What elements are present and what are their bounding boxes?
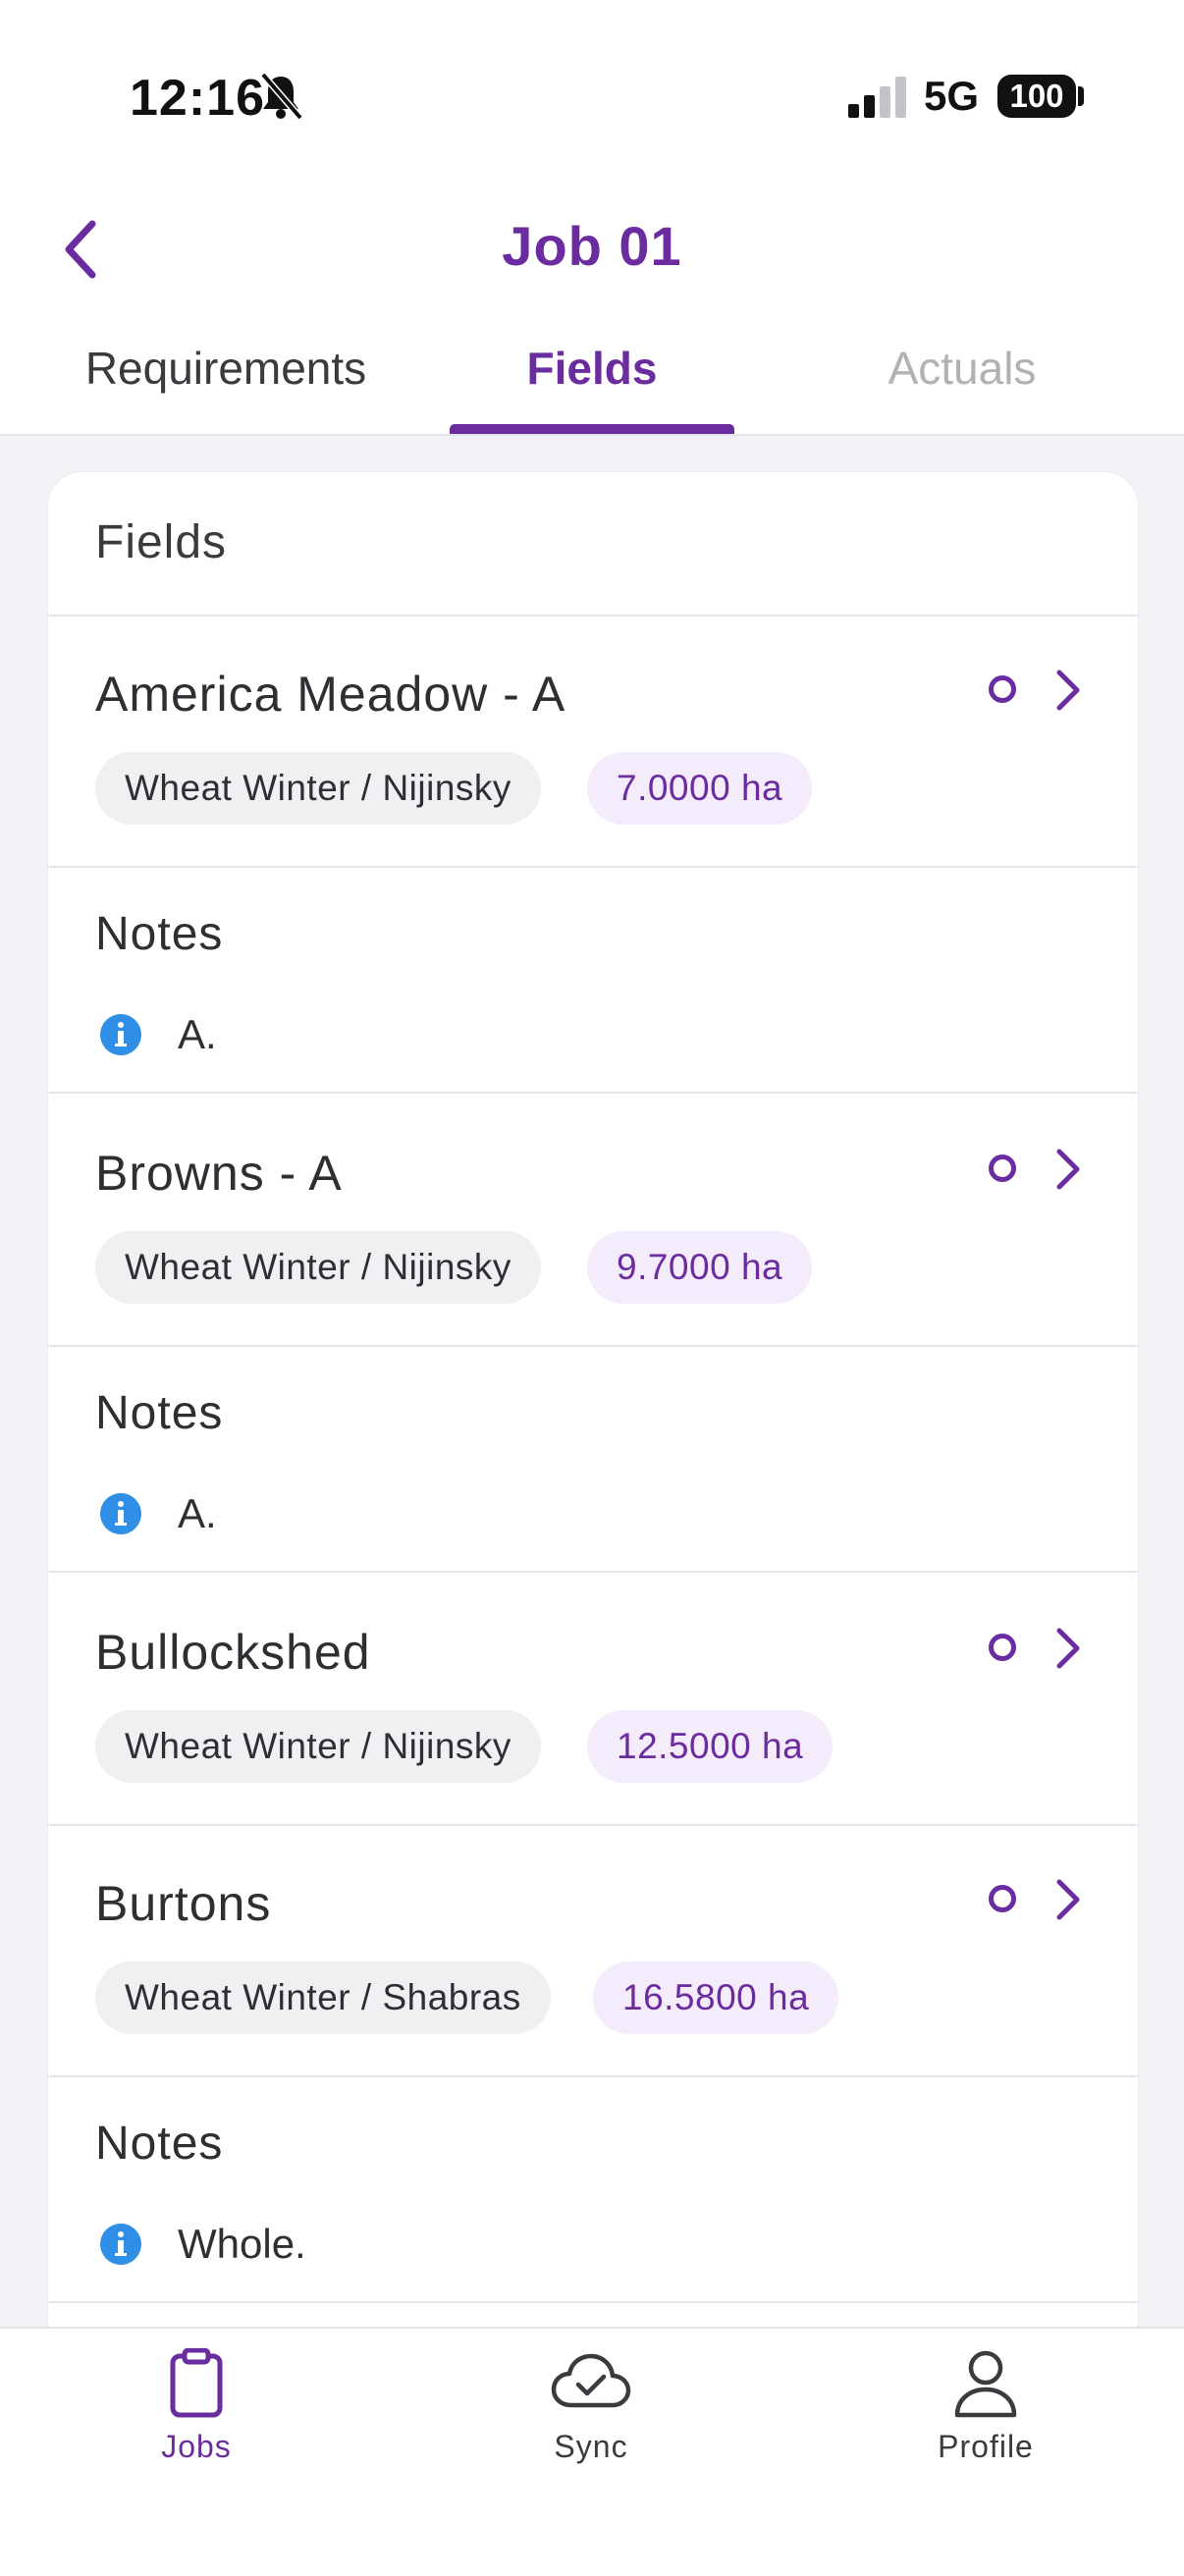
tab-fields[interactable]: Fields (450, 342, 734, 395)
crop-chip: Wheat Winter / Nijinsky (95, 1231, 541, 1304)
info-icon (100, 1493, 141, 1534)
crop-chip: Wheat Winter / Nijinsky (95, 1710, 541, 1783)
battery-indicator: 100 (997, 75, 1076, 118)
nav-jobs-label: Jobs (161, 2429, 232, 2464)
field-row[interactable]: America Meadow - A Wheat Winter / Nijins… (48, 615, 1138, 868)
chevron-right-icon (1056, 1628, 1080, 1669)
active-tab-indicator (450, 424, 734, 434)
network-type: 5G (924, 73, 980, 119)
nav-sync[interactable]: Sync (473, 2348, 709, 2496)
field-name: America Meadow - A (95, 667, 566, 722)
chevron-right-icon (1056, 1879, 1080, 1920)
cloud-check-icon (551, 2353, 631, 2408)
field-row[interactable]: Burtons Wheat Winter / Shabras 16.5800 h… (48, 1824, 1138, 2077)
notes-section: Notes A. (48, 866, 1138, 1094)
status-time: 12:16 (130, 70, 265, 127)
status-circle-icon (989, 1634, 1016, 1661)
field-name: Browns - A (95, 1146, 343, 1201)
nav-profile-label: Profile (938, 2429, 1034, 2464)
crop-chip: Wheat Winter / Nijinsky (95, 752, 541, 825)
chevron-right-icon (1056, 670, 1080, 711)
area-chip: 16.5800 ha (593, 1961, 839, 2034)
area-chip: 9.7000 ha (587, 1231, 813, 1304)
field-name: Bullockshed (95, 1625, 371, 1680)
notes-title: Notes (95, 1387, 224, 1439)
tab-actuals[interactable]: Actuals (805, 342, 1119, 395)
nav-profile[interactable]: Profile (868, 2348, 1103, 2496)
area-chip: 12.5000 ha (587, 1710, 834, 1783)
info-icon (100, 2224, 141, 2265)
note-text: Whole. (178, 2221, 306, 2267)
nav-sync-label: Sync (554, 2429, 628, 2464)
card-title: Fields (95, 516, 228, 568)
status-circle-icon (989, 1885, 1016, 1912)
status-circle-icon (989, 1154, 1016, 1182)
info-icon (100, 1014, 141, 1055)
notes-title: Notes (95, 908, 224, 960)
notes-section: Notes A. (48, 1345, 1138, 1573)
notes-title: Notes (95, 2118, 224, 2170)
field-row[interactable]: Bullockshed Wheat Winter / Nijinsky 12.5… (48, 1573, 1138, 1826)
battery-tip (1078, 86, 1084, 106)
note-text: A. (178, 1490, 217, 1536)
battery-level: 100 (1009, 78, 1064, 114)
field-name: Burtons (95, 1876, 272, 1931)
page-title: Job 01 (502, 215, 682, 277)
area-chip: 7.0000 ha (587, 752, 813, 825)
signal-icon (848, 77, 906, 118)
notes-section: Notes Whole. (48, 2075, 1138, 2303)
nav-jobs[interactable]: Jobs (79, 2348, 314, 2496)
field-row[interactable]: Browns - A Wheat Winter / Nijinsky 9.700… (48, 1094, 1138, 1347)
top-bar: 12:16 5G 100 Job 01 Requirements Fields … (0, 0, 1184, 436)
card-header: Fields (48, 472, 1138, 617)
bell-muted-icon (260, 72, 303, 121)
fields-card: Fields America Meadow - A Wheat Winter /… (47, 471, 1139, 2329)
note-text: A. (178, 1011, 217, 1057)
clipboard-icon (170, 2348, 223, 2418)
bottom-nav: Jobs Sync Profile (0, 2327, 1184, 2576)
crop-chip: Wheat Winter / Shabras (95, 1961, 551, 2034)
person-icon (954, 2350, 1017, 2418)
status-circle-icon (989, 675, 1016, 703)
chevron-right-icon (1056, 1149, 1080, 1190)
tab-requirements[interactable]: Requirements (39, 342, 412, 395)
